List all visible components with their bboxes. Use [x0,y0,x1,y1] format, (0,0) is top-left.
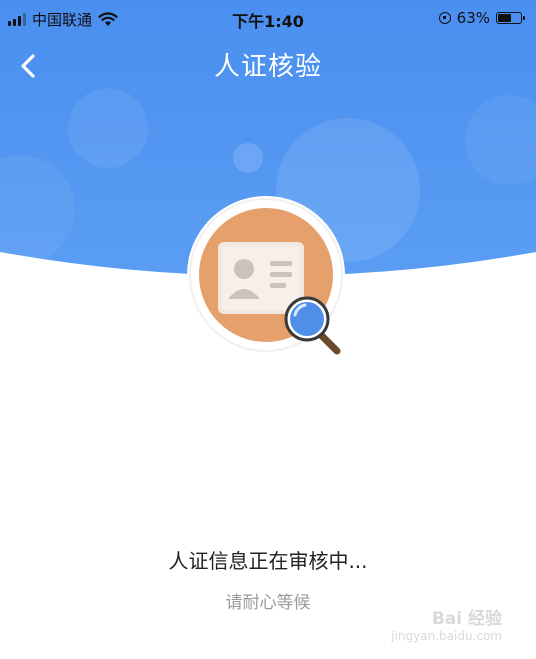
status-message-title: 人证信息正在审核中... [168,549,368,573]
rotation-lock-icon [438,12,451,24]
watermark-url: jingyan.baidu.com [391,629,502,643]
battery-fill [498,14,511,22]
id-card-verify-icon [186,195,346,355]
watermark-brand: Bai 经验 [431,609,502,629]
page-title: 人证核验 [213,52,322,82]
status-bar: 中国联通 下午1:40 63% [0,0,536,36]
watermark: Bai 经验 jingyan.baidu.com [391,604,502,643]
battery-percent: 63% [456,9,490,27]
battery-icon [496,12,525,24]
